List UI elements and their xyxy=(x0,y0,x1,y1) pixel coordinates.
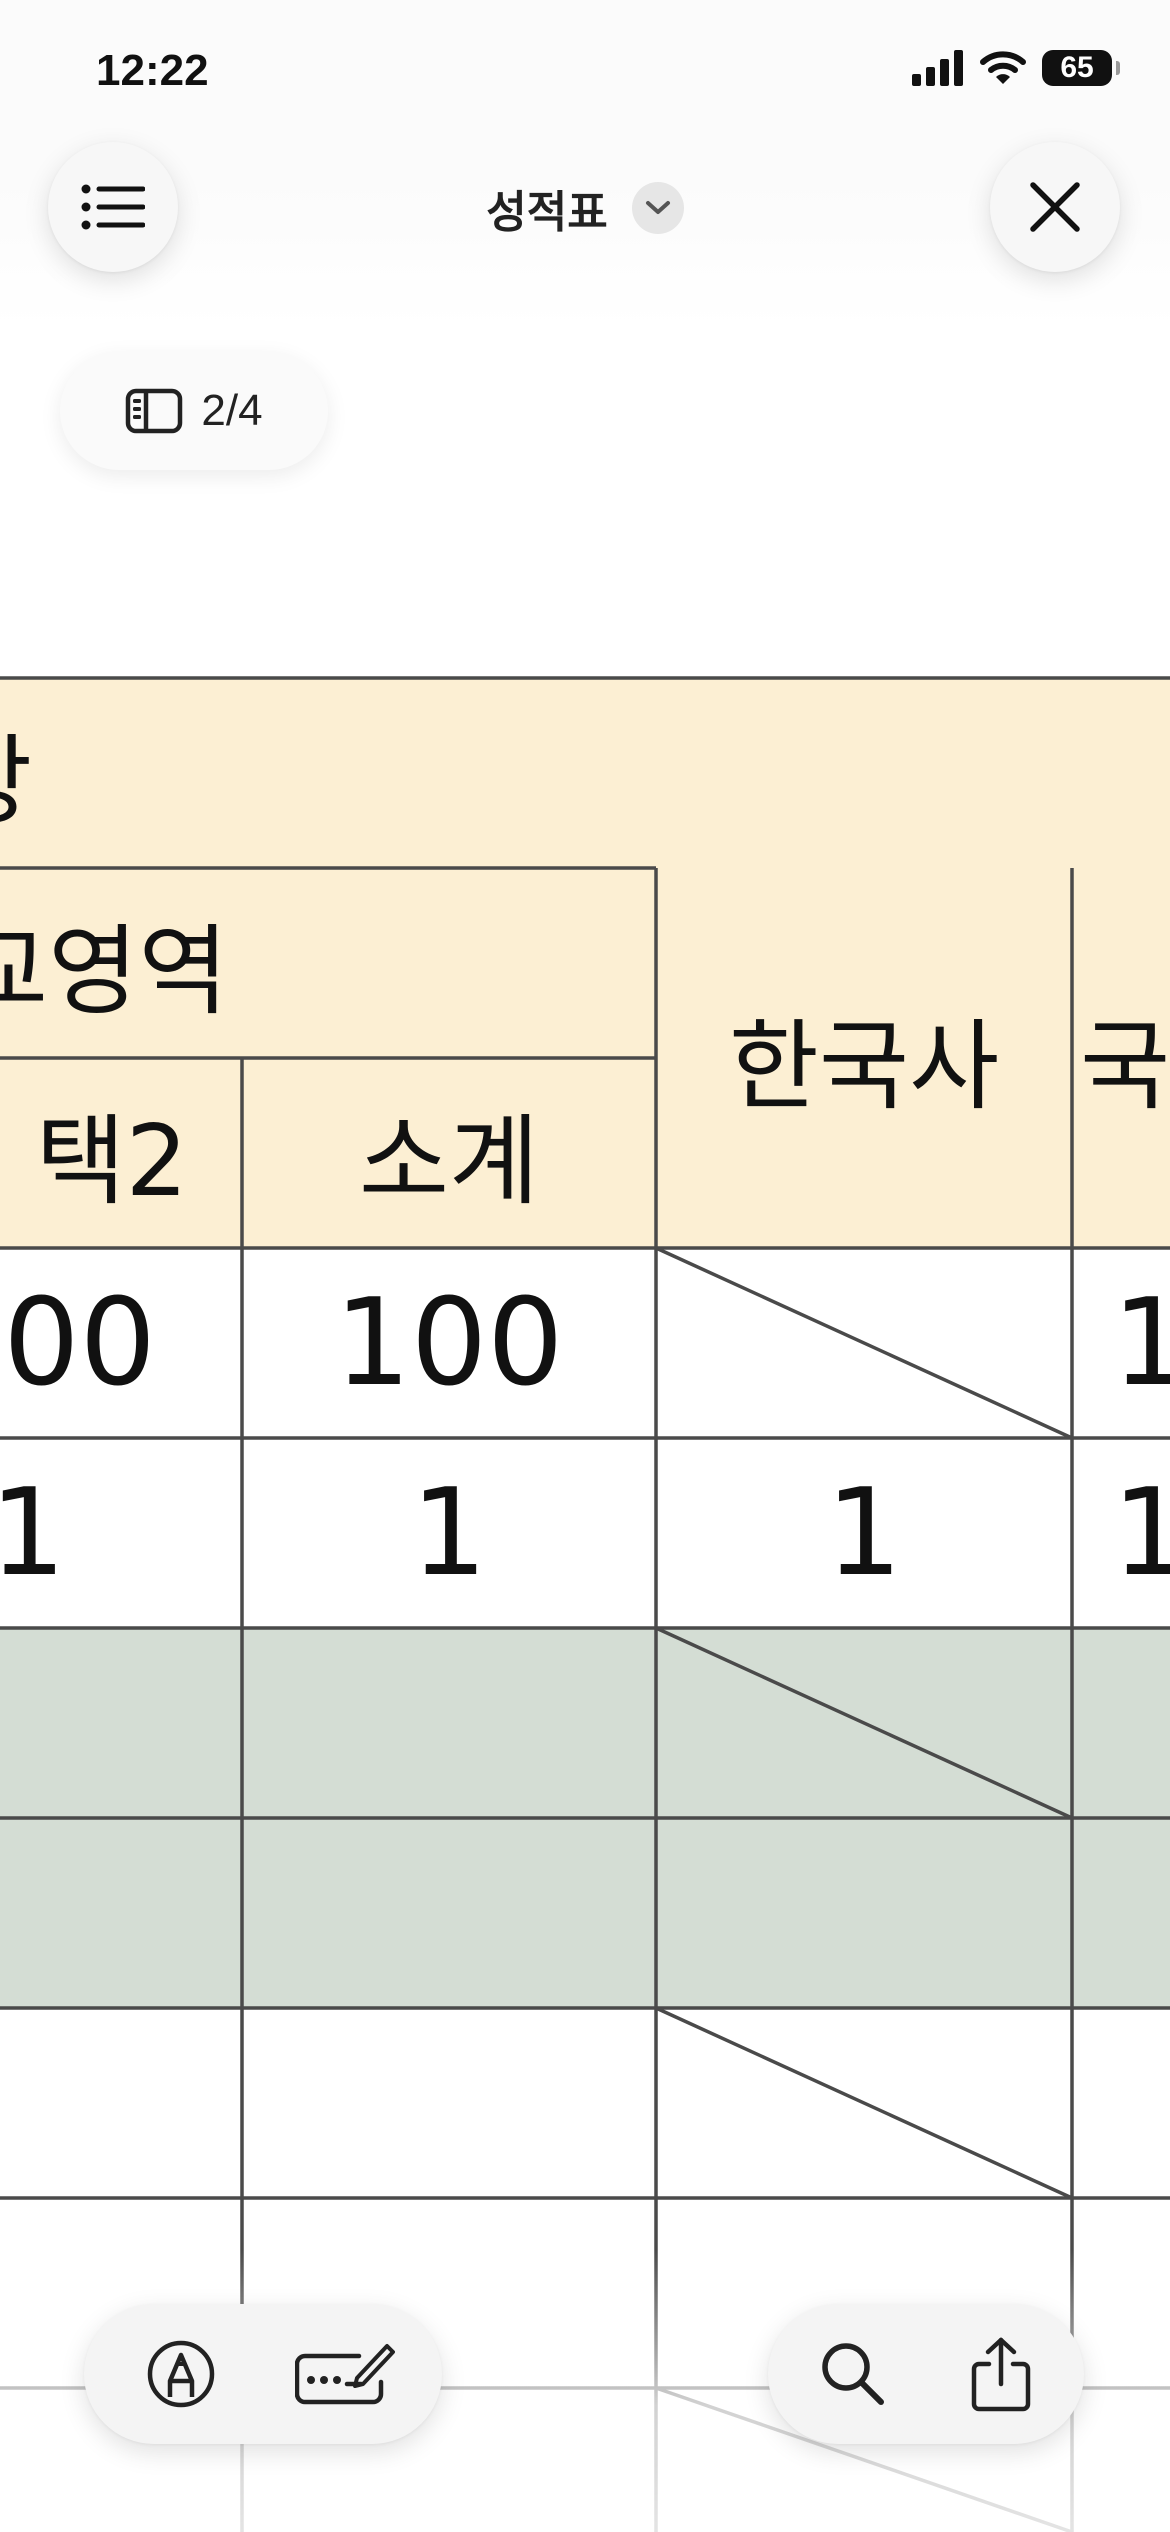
table-header-cell-subtotal: 소계 xyxy=(242,1058,656,1248)
table-header-cell-korean-history: 한국사 xyxy=(656,868,1072,1248)
status-time: 12:22 xyxy=(96,46,209,95)
cell-value: 1 xyxy=(410,1463,488,1603)
close-icon xyxy=(1030,182,1080,232)
table-cell: 1 xyxy=(242,1438,656,1628)
cell-value: 100 xyxy=(334,1273,564,1413)
markup-pen-icon xyxy=(147,2340,215,2408)
page-indicator-button[interactable]: 2/4 xyxy=(60,352,328,470)
signature-button[interactable] xyxy=(280,2304,410,2444)
header-text: 국 xyxy=(1080,1010,1170,1124)
page-indicator-label: 2/4 xyxy=(201,386,263,435)
header-text: 상 xyxy=(0,702,32,844)
table-header-cell: 국 xyxy=(1072,868,1170,1248)
share-button[interactable] xyxy=(936,2304,1066,2444)
table-cell: 1 xyxy=(1072,1438,1170,1628)
chevron-down-icon xyxy=(645,201,670,214)
table-cell: 00 xyxy=(0,1248,242,1438)
search-button[interactable] xyxy=(788,2304,918,2444)
table-row-shaded xyxy=(0,1628,1170,2008)
table-header-cell: 교영역 xyxy=(0,868,656,1058)
table-header-cell: 택2 xyxy=(0,1058,242,1248)
status-bar: 12:22 65 xyxy=(0,0,1170,150)
toolbar-right xyxy=(768,2304,1084,2444)
header-text: 교영역 xyxy=(0,915,229,1029)
battery-level: 65 xyxy=(1060,51,1094,84)
status-icons: 65 xyxy=(912,50,1120,86)
markup-toolbar-left xyxy=(84,2304,442,2444)
table-header-cell: 상 xyxy=(0,678,1170,868)
share-icon xyxy=(971,2337,1031,2412)
table-cell: 1 xyxy=(0,1438,242,1628)
cell-value: 1 xyxy=(0,1463,66,1603)
signature-icon xyxy=(295,2344,395,2405)
cell-value: 1 xyxy=(1112,1463,1170,1603)
title-chevron-button[interactable] xyxy=(631,182,684,234)
header-text: 소계 xyxy=(358,1105,540,1219)
cellular-signal-icon xyxy=(912,50,963,86)
document-title: 성적표 xyxy=(486,187,608,238)
wifi-icon xyxy=(980,51,1026,84)
cell-value: 00 xyxy=(3,1273,156,1413)
cell-value: 1 xyxy=(1112,1273,1170,1413)
search-icon xyxy=(822,2343,884,2405)
cell-value: 1 xyxy=(825,1463,903,1603)
table-cell: 1 xyxy=(1072,1248,1170,1438)
markup-button[interactable] xyxy=(116,2304,246,2444)
sidebar-panel-icon xyxy=(126,388,183,434)
table-cell: 100 xyxy=(242,1248,656,1438)
table-cell-empty-diagonal xyxy=(656,1248,1072,1438)
table-cell: 1 xyxy=(656,1438,1072,1628)
header-text: 택2 xyxy=(35,1105,188,1219)
battery-indicator: 65 xyxy=(1042,50,1120,86)
close-button[interactable] xyxy=(990,142,1120,272)
header-text: 한국사 xyxy=(728,1010,1000,1124)
